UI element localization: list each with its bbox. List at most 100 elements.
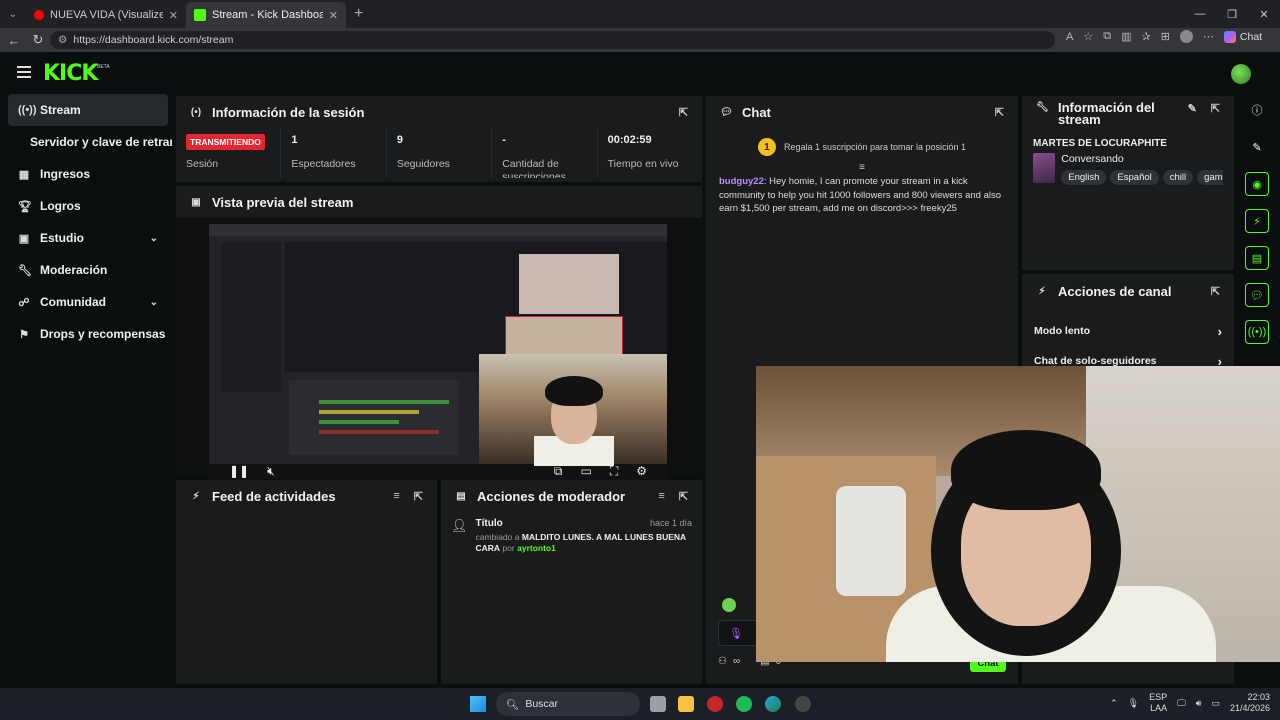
favorite-star-icon[interactable]: ☆: [1083, 30, 1093, 43]
popout-icon[interactable]: ⇱: [679, 490, 688, 503]
sidebar-item-stream[interactable]: ((•)) Stream: [8, 94, 168, 126]
toolbar-icons: A ☆ ⧉ ▥ ✰ ⊞ ⋯ Chat: [1066, 30, 1262, 43]
panel-title: Información de la sesión: [212, 104, 365, 120]
pause-icon[interactable]: ❚❚: [229, 464, 249, 478]
chat-input[interactable]: 🎙︎: [718, 620, 758, 646]
filter-icon[interactable]: ≡: [658, 490, 664, 503]
file-explorer-icon[interactable]: [678, 696, 694, 712]
tag[interactable]: chill: [1162, 170, 1194, 185]
tab-list-icon[interactable]: ⌄: [0, 0, 26, 28]
stat-label: Seguidores: [396, 158, 450, 170]
chat-bubble-icon[interactable]: 💬︎: [1245, 283, 1269, 307]
popout-icon[interactable]: ⇱: [414, 490, 423, 503]
settings-gear-icon[interactable]: ⚙: [636, 464, 647, 478]
favorites-icon[interactable]: ✰: [1141, 30, 1150, 43]
emote-green-icon[interactable]: [722, 598, 736, 612]
network-icon[interactable]: 🖵︎: [1177, 698, 1186, 709]
language-indicator[interactable]: ESP LAA: [1149, 692, 1167, 714]
edit-pencil-icon[interactable]: ✎: [1188, 102, 1197, 115]
volume-icon[interactable]: 🔊︎: [1196, 698, 1202, 709]
stat-value: 1: [291, 134, 298, 146]
browser-tab[interactable]: NUEVA VIDA (Visualizer) - Peso Pl ✕: [26, 2, 186, 28]
activity-feed-panel: ⚡︎ Feed de actividades ≡ ⇱: [176, 480, 437, 684]
battery-icon[interactable]: ▭: [1211, 698, 1220, 709]
sidebar-item-server-key[interactable]: Servidor y clave de retransm: [0, 126, 172, 158]
windows-taskbar: 🔍︎ Buscar ⌃ 🎙︎ ESP LAA 🖵︎ 🔊︎ ▭ 22:03 21/4/…: [0, 688, 1280, 720]
collapse-icon[interactable]: ≡: [706, 162, 1018, 173]
more-menu-icon[interactable]: ⋯: [1203, 30, 1214, 43]
task-view-icon[interactable]: [650, 696, 666, 712]
fullscreen-icon[interactable]: ⛶: [610, 464, 618, 479]
user-edit-icon: 👤︎: [451, 518, 468, 533]
filter-icon[interactable]: ≡: [393, 490, 399, 503]
back-icon[interactable]: ←: [2, 33, 26, 48]
edit-icon[interactable]: ✎: [1245, 135, 1269, 159]
minimize-icon[interactable]: —: [1184, 0, 1216, 28]
mod-action-user[interactable]: ayrtonto1: [517, 543, 556, 553]
stat-label: Espectadores: [291, 158, 356, 170]
site-info-icon[interactable]: ⚙: [58, 34, 67, 46]
sidebar-item-income[interactable]: ▦ Ingresos: [0, 158, 172, 190]
stream-title: MARTES DE LOCURAPHITE: [1033, 138, 1167, 149]
close-tab-icon[interactable]: ✕: [329, 9, 338, 22]
clipboard-icon[interactable]: ▤: [1245, 246, 1269, 270]
sidebar-item-achievements[interactable]: 🏆︎ Logros: [0, 190, 172, 222]
chevron-up-icon[interactable]: ⌃: [1110, 698, 1118, 709]
popout-icon[interactable]: ⇱: [679, 106, 688, 119]
kick-logo[interactable]: KICK: [43, 61, 98, 86]
start-windows-icon[interactable]: [470, 696, 486, 712]
sidebar-item-moderation[interactable]: 🔧︎ Moderación: [0, 254, 172, 286]
stat-value: 00:02:59: [607, 134, 652, 146]
edge-browser-icon[interactable]: [765, 696, 781, 712]
sidebar-item-studio[interactable]: ▣ Estudio ⌄: [0, 222, 172, 254]
broadcast-icon[interactable]: ((•)): [1245, 320, 1269, 344]
theater-mode-icon[interactable]: ▭: [580, 464, 591, 478]
taskbar-search[interactable]: 🔍︎ Buscar: [496, 692, 640, 716]
new-tab-icon[interactable]: +: [354, 5, 363, 23]
trophy-icon: 🏆︎: [18, 200, 32, 213]
hamburger-menu-icon[interactable]: [17, 66, 31, 81]
lightning-icon[interactable]: ⚡︎: [1245, 209, 1269, 233]
gift-leaderboard[interactable]: 1 Regala 1 suscripción para tomar la pos…: [706, 138, 1018, 156]
picture-in-picture-icon[interactable]: ⧉: [554, 464, 563, 479]
camera-icon[interactable]: ◉: [1245, 172, 1269, 196]
microphone-icon[interactable]: 🎙︎: [1128, 698, 1139, 709]
session-stats: TRANSMITIENDO Sesión 1 Espectadores 9 Se…: [176, 128, 702, 178]
tag[interactable]: Español: [1110, 170, 1159, 185]
extensions-icon[interactable]: ⧉: [1103, 30, 1111, 43]
sidebar-item-community[interactable]: ☍ Comunidad ⌄: [0, 286, 172, 318]
reload-icon[interactable]: ↻: [26, 32, 50, 48]
copilot-chat-button[interactable]: Chat: [1223, 30, 1262, 43]
browser-tab-active[interactable]: Stream - Kick Dashboard ✕: [186, 2, 346, 28]
tag[interactable]: English: [1061, 170, 1107, 185]
user-avatar[interactable]: [1231, 64, 1251, 84]
sidebar-item-drops[interactable]: ⚑ Drops y recompensas: [0, 318, 172, 350]
people-icon[interactable]: ⚇: [718, 656, 727, 667]
popout-icon[interactable]: ⇱: [995, 106, 1004, 119]
split-screen-icon[interactable]: ▥: [1121, 30, 1131, 43]
popout-icon[interactable]: ⇱: [1211, 102, 1220, 115]
obs-icon[interactable]: [795, 696, 811, 712]
close-window-icon[interactable]: ✕: [1248, 0, 1280, 28]
category-name[interactable]: Conversando: [1061, 153, 1223, 165]
app-red-icon[interactable]: [707, 696, 723, 712]
info-icon[interactable]: ⓘ: [1245, 98, 1269, 122]
profile-icon[interactable]: [1179, 30, 1193, 43]
chat-username[interactable]: budguy22: [719, 176, 764, 187]
infinity-icon[interactable]: ∞: [733, 656, 740, 667]
stat-live-time: 00:02:59 Tiempo en vivo: [596, 128, 702, 178]
search-label: Buscar: [525, 698, 559, 710]
tag[interactable]: gami: [1197, 170, 1223, 185]
spotify-icon[interactable]: [736, 696, 752, 712]
read-aloud-icon[interactable]: A: [1066, 31, 1073, 43]
url-field[interactable]: ⚙ https://dashboard.kick.com/stream: [50, 31, 1055, 49]
popout-icon[interactable]: ⇱: [1211, 285, 1220, 298]
window-controls: — ❐ ✕: [1184, 0, 1280, 28]
stream-video-player[interactable]: ❚❚ 🔇︎ ⧉ ▭ ⛶ ⚙: [209, 224, 667, 482]
maximize-icon[interactable]: ❐: [1216, 0, 1248, 28]
close-tab-icon[interactable]: ✕: [169, 9, 178, 22]
slow-mode-toggle[interactable]: Modo lento ›: [1022, 316, 1234, 346]
clock[interactable]: 22:03 21/4/2026: [1230, 692, 1270, 714]
mute-icon[interactable]: 🔇︎: [267, 464, 275, 479]
collections-icon[interactable]: ⊞: [1161, 30, 1170, 43]
